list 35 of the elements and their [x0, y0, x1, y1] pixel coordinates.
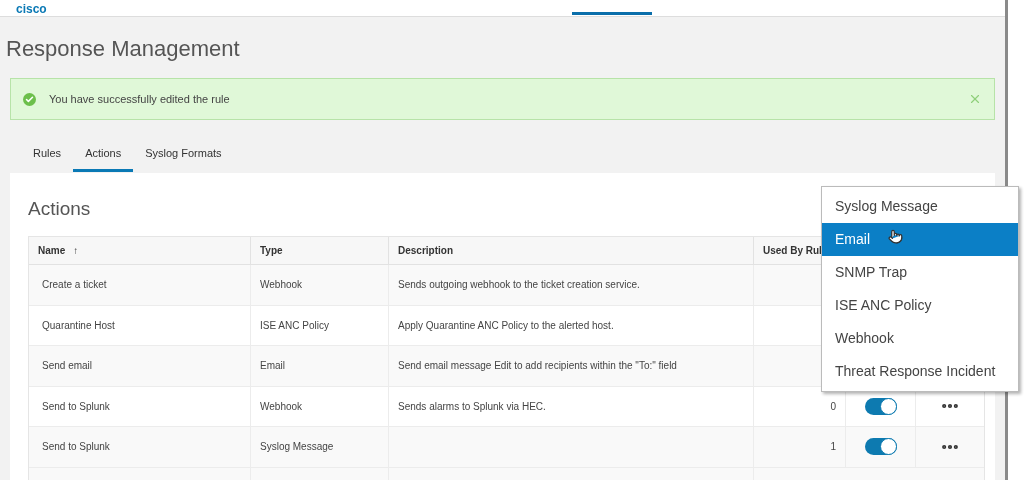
column-header[interactable]: Name ↑ [29, 237, 251, 264]
cisco-logo: cisco [16, 2, 47, 16]
toggle-switch[interactable] [864, 397, 897, 415]
table-cell: Send to Splunk [29, 386, 251, 426]
toggle-switch[interactable] [864, 438, 897, 456]
table-cell: Send to Splunk [29, 427, 251, 467]
table-cell: ISE ANC Policy [251, 305, 389, 345]
table-cell: Webhook [251, 265, 389, 305]
column-header[interactable]: Description [389, 237, 754, 264]
rule-count: 0 [830, 399, 836, 414]
table-cell: Syslog Message [251, 427, 389, 467]
success-check-icon [23, 92, 36, 106]
table-cell: Quarantine Host [29, 305, 251, 345]
dropdown-item[interactable]: Syslog Message [822, 190, 1018, 223]
table-cell: Create a ticket [29, 265, 251, 305]
table-cell: Send email [29, 346, 251, 386]
card-title: Actions [28, 197, 91, 221]
page-title: Response Management [6, 36, 241, 62]
rule-count: 1 [830, 440, 836, 455]
tab[interactable]: Rules [21, 138, 74, 172]
table-cell: Sends alarms to Splunk via HEC. [389, 386, 754, 426]
table-cell: Apply Quarantine ANC Policy to the alerted host. [389, 305, 754, 345]
dropdown-item[interactable]: Email [822, 223, 1018, 256]
sort-arrow: ↑ [73, 244, 79, 258]
dropdown-item[interactable]: Threat Response Incident [822, 355, 1018, 388]
column-header[interactable]: Type [251, 237, 389, 264]
table-cell: Webhook [251, 386, 389, 426]
tab[interactable]: Syslog Formats [133, 138, 234, 172]
alert-message: You have successfully edited the rule [49, 91, 230, 107]
table-cell: Sends outgoing webhook to the ticket creation service. [389, 265, 754, 305]
dropdown-item[interactable]: ISE ANC Policy [822, 289, 1018, 322]
table-cell: Email [251, 346, 389, 386]
hand-cursor-icon [888, 229, 903, 244]
table-cell: Send email message Edit to add recipients within the "To:" field [389, 346, 754, 386]
dropdown-item[interactable]: Webhook [822, 322, 1018, 355]
